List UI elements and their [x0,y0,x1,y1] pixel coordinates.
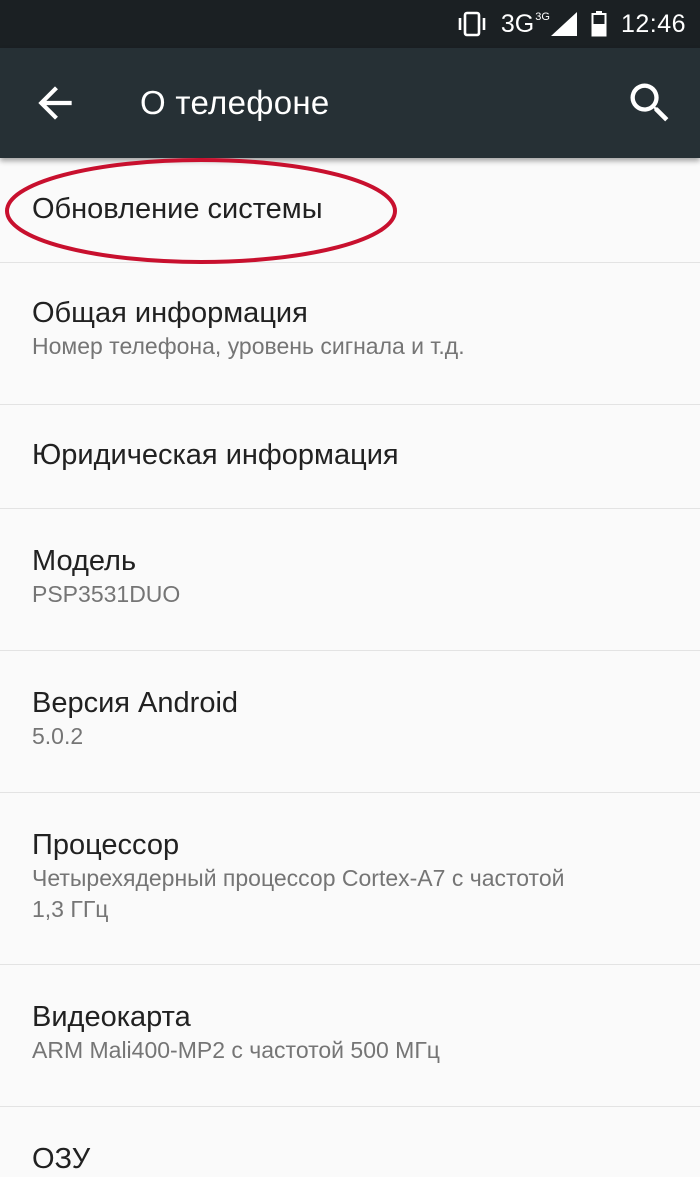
item-title: Общая информация [32,297,308,329]
network-type: 3G [500,9,535,38]
item-title: Обновление системы [32,193,323,225]
page-title: О телефоне [140,84,330,121]
item-title: Видеокарта [32,1001,191,1033]
item-summary: PSP3531DUO [32,581,181,607]
list-item-gpu[interactable]: Видеокарта ARM Mali400-MP2 с частотой 50… [0,965,700,1107]
item-summary: ARM Mali400-MP2 с частотой 500 МГц [32,1037,440,1063]
item-summary: Четырехядерный процессор Cortex-A7 с час… [32,865,565,922]
search-button[interactable] [624,77,676,129]
list-item-system-update[interactable]: Обновление системы [0,158,700,263]
list-item-ram[interactable]: ОЗУ [0,1107,700,1175]
signal-icon [550,12,577,36]
item-title: Модель [32,545,137,577]
vibrate-icon [458,11,486,37]
item-summary: 5.0.2 [32,723,84,749]
status-time: 12:46 [620,9,686,38]
item-title: Процессор [32,829,180,861]
item-title: ОЗУ [32,1143,91,1175]
item-title: Юридическая информация [32,439,399,471]
arrow-back-icon [38,86,72,120]
search-icon [630,83,669,122]
item-title: Версия Android [32,687,239,719]
item-summary: Номер телефона, уровень сигнала и т.д. [32,333,465,359]
list-item-legal-info[interactable]: Юридическая информация [0,405,700,509]
app-bar: О телефоне [0,48,700,158]
network-indicator: 3G 3G [501,10,577,39]
back-button[interactable] [30,78,80,128]
status-icons: 3G 3G 12:46 [457,0,686,48]
list-item-model[interactable]: Модель PSP3531DUO [0,509,700,651]
list-item-android-version[interactable]: Версия Android 5.0.2 [0,651,700,793]
list-item-processor[interactable]: Процессор Четырехядерный процессор Corte… [0,793,700,965]
preferences-list: Обновление системы Общая информация Номе… [0,158,700,1175]
battery-icon [591,11,607,37]
network-type-sup: 3G [535,11,550,23]
list-item-general-info[interactable]: Общая информация Номер телефона, уровень… [0,263,700,405]
status-bar: 3G 3G 12:46 [0,0,700,48]
